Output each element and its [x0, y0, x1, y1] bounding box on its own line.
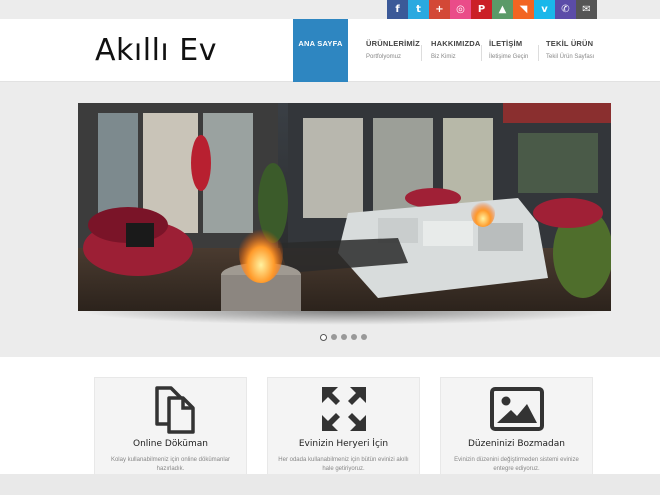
- nav-item-label: ANA SAYFA: [298, 39, 343, 48]
- nav-separator: [481, 45, 482, 61]
- feature-title: Evinizin Heryeri İçin: [298, 439, 389, 449]
- picture-icon: [489, 386, 544, 431]
- nav-item-about[interactable]: HAKKIMIZDA Biz Kimiz: [421, 19, 481, 82]
- feature-title: Düzeninizi Bozmadan: [467, 439, 565, 449]
- dribbble-icon[interactable]: ◎: [450, 0, 471, 19]
- nav-item-label: İLETİŞİM: [489, 39, 523, 48]
- slider-shadow: [78, 311, 611, 325]
- feature-description: Evinizin düzenini değiştirmeden sistemi …: [454, 457, 579, 473]
- nav-item-sublabel: Tekil Ürün Sayfası: [546, 54, 595, 60]
- nav-separator: [421, 45, 422, 61]
- feature-title: Online Döküman: [133, 439, 208, 449]
- nav-item-label: TEKİL ÜRÜN: [546, 39, 594, 48]
- documents-icon: [154, 385, 195, 434]
- nav-item-label: HAKKIMIZDA: [431, 39, 481, 48]
- nav-separator: [538, 45, 539, 61]
- pinterest-icon[interactable]: P: [471, 0, 492, 19]
- feature-card[interactable]: Online Döküman Kolay kullanabilmeniz içi…: [94, 377, 247, 487]
- nav-item-sublabel: Portfolyomuz: [366, 54, 402, 60]
- slider-dot[interactable]: [331, 334, 337, 340]
- nav-item-sublabel: Biz Kimiz: [431, 54, 456, 60]
- footer-strip: [0, 474, 660, 495]
- feature-card[interactable]: Düzeninizi Bozmadan Evinizin düzenini de…: [440, 377, 593, 487]
- site-header: Akıllı Ev ANA SAYFA ÜRÜNLERİMİZ Portfoly…: [0, 19, 660, 82]
- slider-dot[interactable]: [320, 333, 327, 341]
- main-nav: ANA SAYFA ÜRÜNLERİMİZ Portfolyomuz HAKKI…: [293, 19, 603, 82]
- feature-card[interactable]: Evinizin Heryeri İçin Her odada kullanab…: [267, 377, 420, 487]
- feature-description: Her odada kullanabilmeniz için bütün evi…: [278, 457, 409, 473]
- expand-arrows-icon: [321, 386, 366, 431]
- phone-icon[interactable]: ✆: [555, 0, 576, 19]
- slider-dot[interactable]: [351, 334, 357, 340]
- nav-item-label: ÜRÜNLERİMİZ: [366, 39, 420, 48]
- slider-dot[interactable]: [341, 334, 347, 340]
- nav-item-sublabel: İletişime Geçin: [489, 54, 529, 60]
- forrst-icon[interactable]: ▲: [492, 0, 513, 19]
- vimeo-icon[interactable]: v: [534, 0, 555, 19]
- feature-description: Kolay kullanabilmeniz için online döküma…: [110, 457, 231, 473]
- nav-item-home[interactable]: ANA SAYFA: [293, 19, 348, 82]
- nav-item-contact[interactable]: İLETİŞİM İletişime Geçin: [481, 19, 538, 82]
- slider-image[interactable]: [78, 103, 611, 311]
- slider-pagination: [320, 333, 367, 341]
- slider-dot[interactable]: [361, 334, 367, 340]
- site-logo[interactable]: Akıllı Ev: [95, 33, 217, 68]
- nav-item-single-product[interactable]: TEKİL ÜRÜN Tekil Ürün Sayfası: [538, 19, 603, 82]
- google-plus-icon[interactable]: +: [429, 0, 450, 19]
- rss-icon[interactable]: ◥: [513, 0, 534, 19]
- nav-item-products[interactable]: ÜRÜNLERİMİZ Portfolyomuz: [356, 19, 421, 82]
- social-bar: f t + ◎ P ▲ ◥ v ✆ ✉: [387, 0, 597, 19]
- mail-icon[interactable]: ✉: [576, 0, 597, 19]
- twitter-icon[interactable]: t: [408, 0, 429, 19]
- facebook-icon[interactable]: f: [387, 0, 408, 19]
- patio-scene: [78, 103, 611, 311]
